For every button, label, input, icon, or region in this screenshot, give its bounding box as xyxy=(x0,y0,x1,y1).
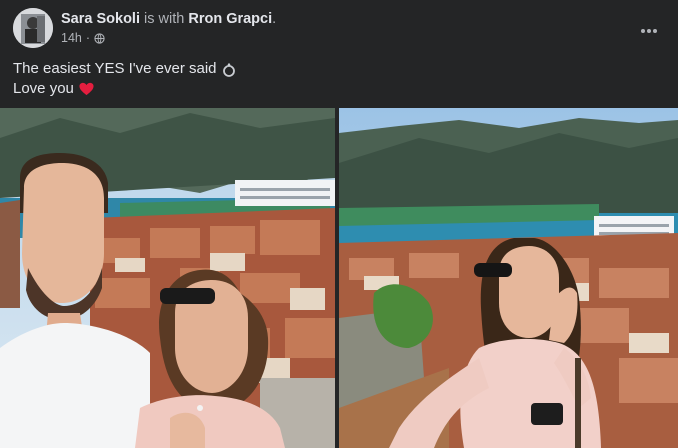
heart-icon xyxy=(79,82,94,96)
caption-text-1: The easiest YES I've ever said xyxy=(13,60,217,77)
post-caption: The easiest YES I've ever said Love you xyxy=(13,59,236,99)
globe-icon[interactable] xyxy=(94,32,105,44)
with-text: is with xyxy=(144,11,185,27)
caption-line-2: Love you xyxy=(13,79,236,99)
tagged-suffix: . xyxy=(272,11,277,27)
caption-text-2: Love you xyxy=(13,80,74,97)
author-name[interactable]: Sara Sokoli xyxy=(61,11,140,27)
selfie-photo-left[interactable] xyxy=(0,108,335,448)
caption-line-1: The easiest YES I've ever said xyxy=(13,59,236,79)
author-line: Sara Sokoli is with Rron Grapci. xyxy=(61,11,276,27)
post-header: Sara Sokoli is with Rron Grapci. 14h · xyxy=(13,8,663,50)
ring-icon xyxy=(222,62,235,77)
more-options-button[interactable] xyxy=(636,18,662,44)
post-meta: 14h · xyxy=(61,31,105,45)
avatar[interactable] xyxy=(13,8,53,48)
meta-separator: · xyxy=(85,31,91,45)
more-icon xyxy=(641,29,657,33)
tagged-name[interactable]: Rron Grapci xyxy=(188,11,272,27)
post-timestamp[interactable]: 14h xyxy=(61,31,82,45)
selfie-photo-right[interactable] xyxy=(339,108,678,448)
